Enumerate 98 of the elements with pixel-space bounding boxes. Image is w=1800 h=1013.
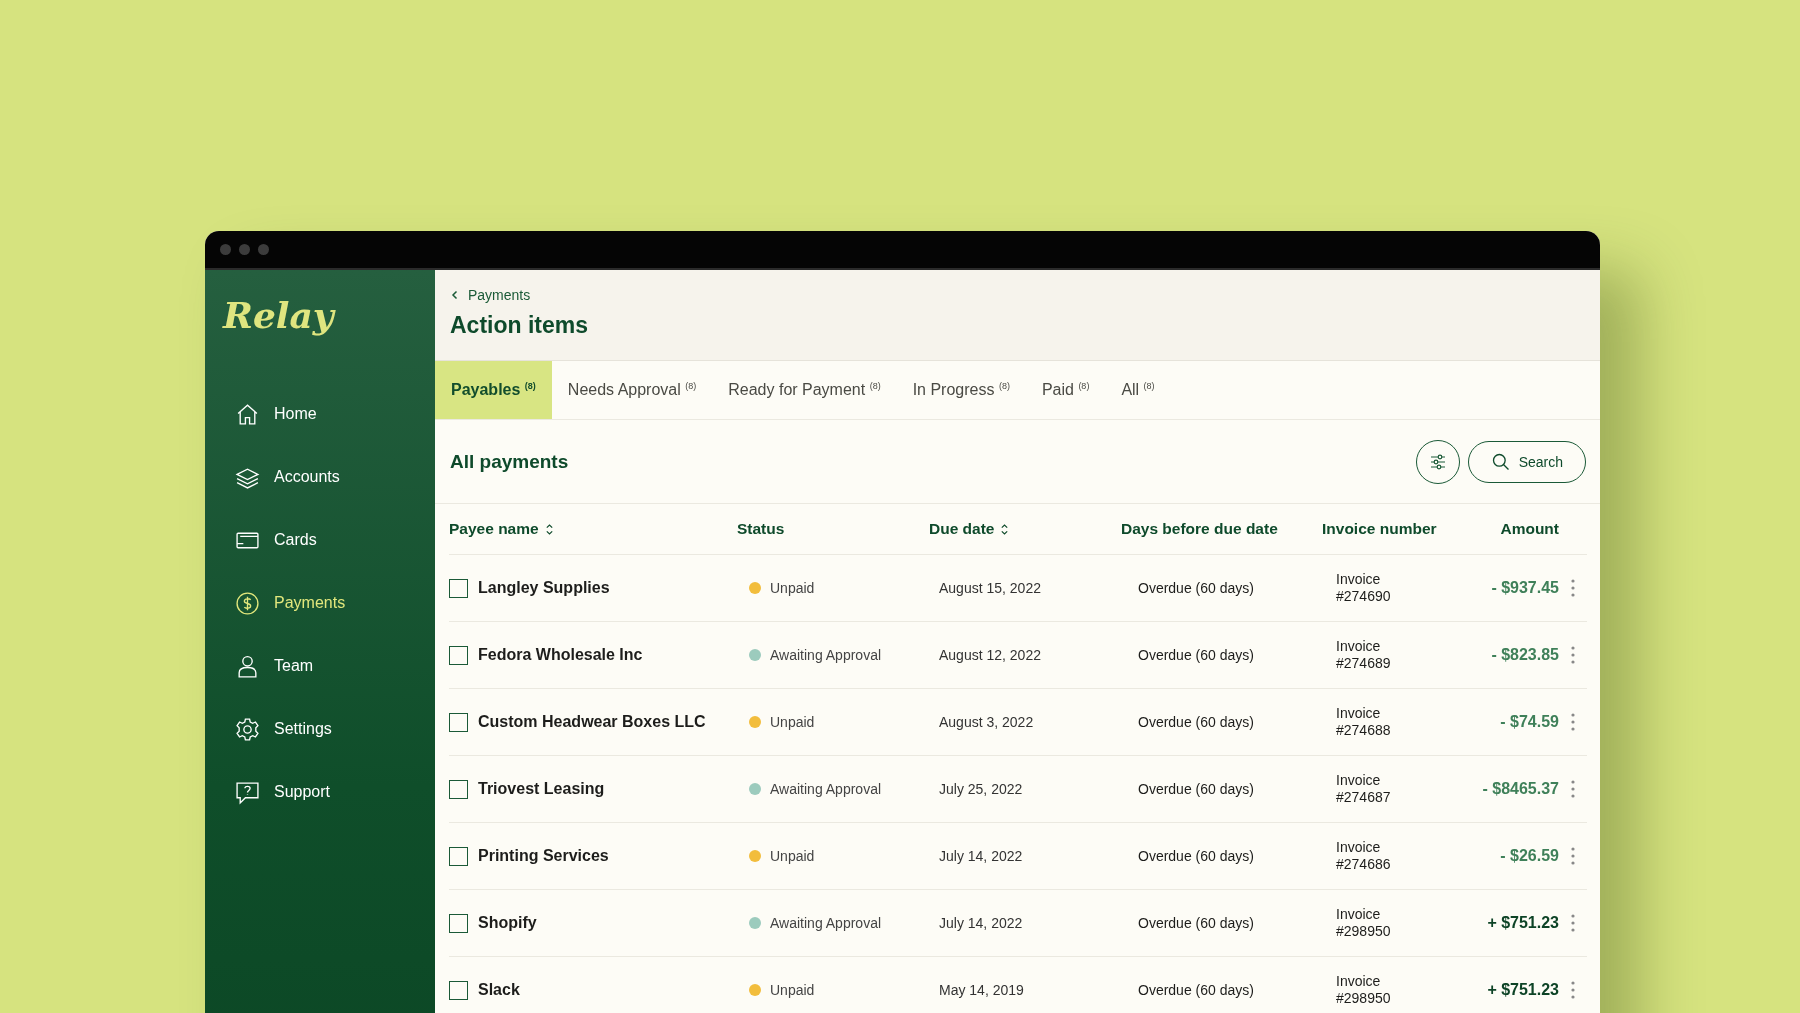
help-icon	[235, 779, 260, 805]
invoice-number: Invoice	[1336, 772, 1381, 789]
due-date: July 14, 2022	[939, 915, 1023, 931]
row-checkbox[interactable]	[449, 980, 468, 1000]
status-text: Unpaid	[770, 580, 815, 596]
sort-icon	[1000, 522, 1010, 536]
days-text: Overdue (60 days)	[1138, 647, 1254, 663]
tab[interactable]: Needs Approval $^{(8)}$	[551, 361, 713, 419]
due-date: August 3, 2022	[939, 714, 1034, 730]
settings-icon	[235, 716, 260, 742]
invoice-number: Invoice	[1336, 705, 1381, 722]
row-checkbox[interactable]	[449, 846, 468, 866]
window-control-icon[interactable]	[239, 244, 250, 255]
amount: - $26.59	[1500, 847, 1559, 864]
tab[interactable]: Ready for Payment $^{(8)}$	[712, 361, 897, 419]
payee-name: Slack	[478, 981, 520, 999]
days-text: Overdue (60 days)	[1138, 714, 1254, 730]
dollar-icon	[235, 590, 260, 616]
more-options-icon[interactable]	[1571, 578, 1575, 598]
sort-icon	[544, 522, 554, 536]
invoice-number: Invoice	[1336, 638, 1381, 655]
column-header: Invoice number	[1322, 520, 1437, 538]
nav-item[interactable]: Settings	[223, 707, 435, 751]
logo: Relay	[223, 294, 334, 338]
tab[interactable]: In Progress $^{(8)}$	[896, 361, 1026, 419]
invoice-number: #274687	[1336, 789, 1391, 806]
nav-item[interactable]: Cards	[223, 518, 435, 562]
row-checkbox[interactable]	[449, 645, 468, 665]
nav-item[interactable]: Support	[223, 770, 435, 814]
invoice-number: Invoice	[1336, 906, 1381, 923]
status-text: Unpaid	[770, 714, 815, 730]
row-checkbox[interactable]	[449, 712, 468, 732]
amount: + $751.23	[1487, 981, 1559, 998]
nav-item[interactable]: Team	[223, 644, 435, 688]
column-header[interactable]: Due date	[929, 520, 1010, 538]
days-text: Overdue (60 days)	[1138, 580, 1254, 596]
tab[interactable]: Payables $^{(8)}$	[435, 361, 552, 419]
due-date: August 12, 2022	[939, 647, 1041, 663]
status-text: Awaiting Approval	[770, 915, 882, 931]
more-options-icon[interactable]	[1571, 712, 1575, 732]
column-header: Days before due date	[1121, 520, 1278, 538]
status-text: Unpaid	[770, 982, 815, 998]
payee-name: Custom Headwear Boxes LLC	[478, 713, 706, 731]
row-checkbox[interactable]	[449, 578, 468, 598]
breadcrumb-link[interactable]: Payments	[450, 287, 531, 303]
amount: + $751.23	[1487, 914, 1559, 931]
row-checkbox[interactable]	[449, 913, 468, 933]
nav-item[interactable]: Home	[223, 392, 435, 436]
days-text: Overdue (60 days)	[1138, 982, 1254, 998]
status-text: Awaiting Approval	[770, 647, 882, 663]
more-options-icon[interactable]	[1571, 980, 1575, 1000]
column-header: Status	[737, 520, 785, 538]
window-control-icon[interactable]	[258, 244, 269, 255]
nav-item[interactable]: Accounts	[223, 455, 435, 499]
invoice-number: #298950	[1336, 990, 1391, 1007]
window-control-icon[interactable]	[220, 244, 231, 255]
status-text: Awaiting Approval	[770, 781, 882, 797]
person-icon	[235, 653, 260, 679]
column-header[interactable]: Payee name	[449, 520, 554, 538]
payee-name: Fedora Wholesale Inc	[478, 646, 643, 664]
amount: - $74.59	[1500, 713, 1559, 730]
more-options-icon[interactable]	[1571, 645, 1575, 665]
days-text: Overdue (60 days)	[1138, 915, 1254, 931]
page-title: Action items	[450, 312, 590, 339]
tab[interactable]: All $^{(8)}$	[1105, 361, 1171, 419]
payee-name: Printing Services	[478, 847, 609, 865]
due-date: August 15, 2022	[939, 580, 1041, 596]
payee-name: Triovest Leasing	[478, 780, 605, 798]
invoice-number: #274689	[1336, 655, 1391, 672]
days-text: Overdue (60 days)	[1138, 781, 1254, 797]
more-options-icon[interactable]	[1571, 846, 1575, 866]
tab[interactable]: Paid $^{(8)}$	[1025, 361, 1106, 419]
payee-name: Langley Supplies	[478, 579, 610, 597]
more-options-icon[interactable]	[1571, 913, 1575, 933]
invoice-number: #274688	[1336, 722, 1391, 739]
status-text: Unpaid	[770, 848, 815, 864]
payee-name: Shopify	[478, 914, 537, 932]
days-text: Overdue (60 days)	[1138, 848, 1254, 864]
invoice-number: Invoice	[1336, 839, 1381, 856]
amount: - $8465.37	[1482, 780, 1559, 797]
amount: - $937.45	[1491, 579, 1559, 596]
invoice-number: #298950	[1336, 923, 1391, 940]
due-date: July 25, 2022	[939, 781, 1023, 797]
invoice-number: #274690	[1336, 588, 1391, 605]
row-checkbox[interactable]	[449, 779, 468, 799]
back-chevron-icon	[450, 290, 460, 300]
due-date: July 14, 2022	[939, 848, 1023, 864]
invoice-number: #274686	[1336, 856, 1391, 873]
amount: - $823.85	[1491, 646, 1559, 663]
invoice-number: Invoice	[1336, 973, 1381, 990]
column-header: Amount	[1500, 520, 1559, 538]
section-title: All payments	[450, 450, 569, 473]
home-icon	[235, 401, 260, 427]
invoice-number: Invoice	[1336, 571, 1381, 588]
search-icon	[1490, 451, 1511, 472]
nav-item[interactable]: Payments	[223, 581, 435, 625]
more-options-icon[interactable]	[1571, 779, 1575, 799]
due-date: May 14, 2019	[939, 982, 1024, 998]
